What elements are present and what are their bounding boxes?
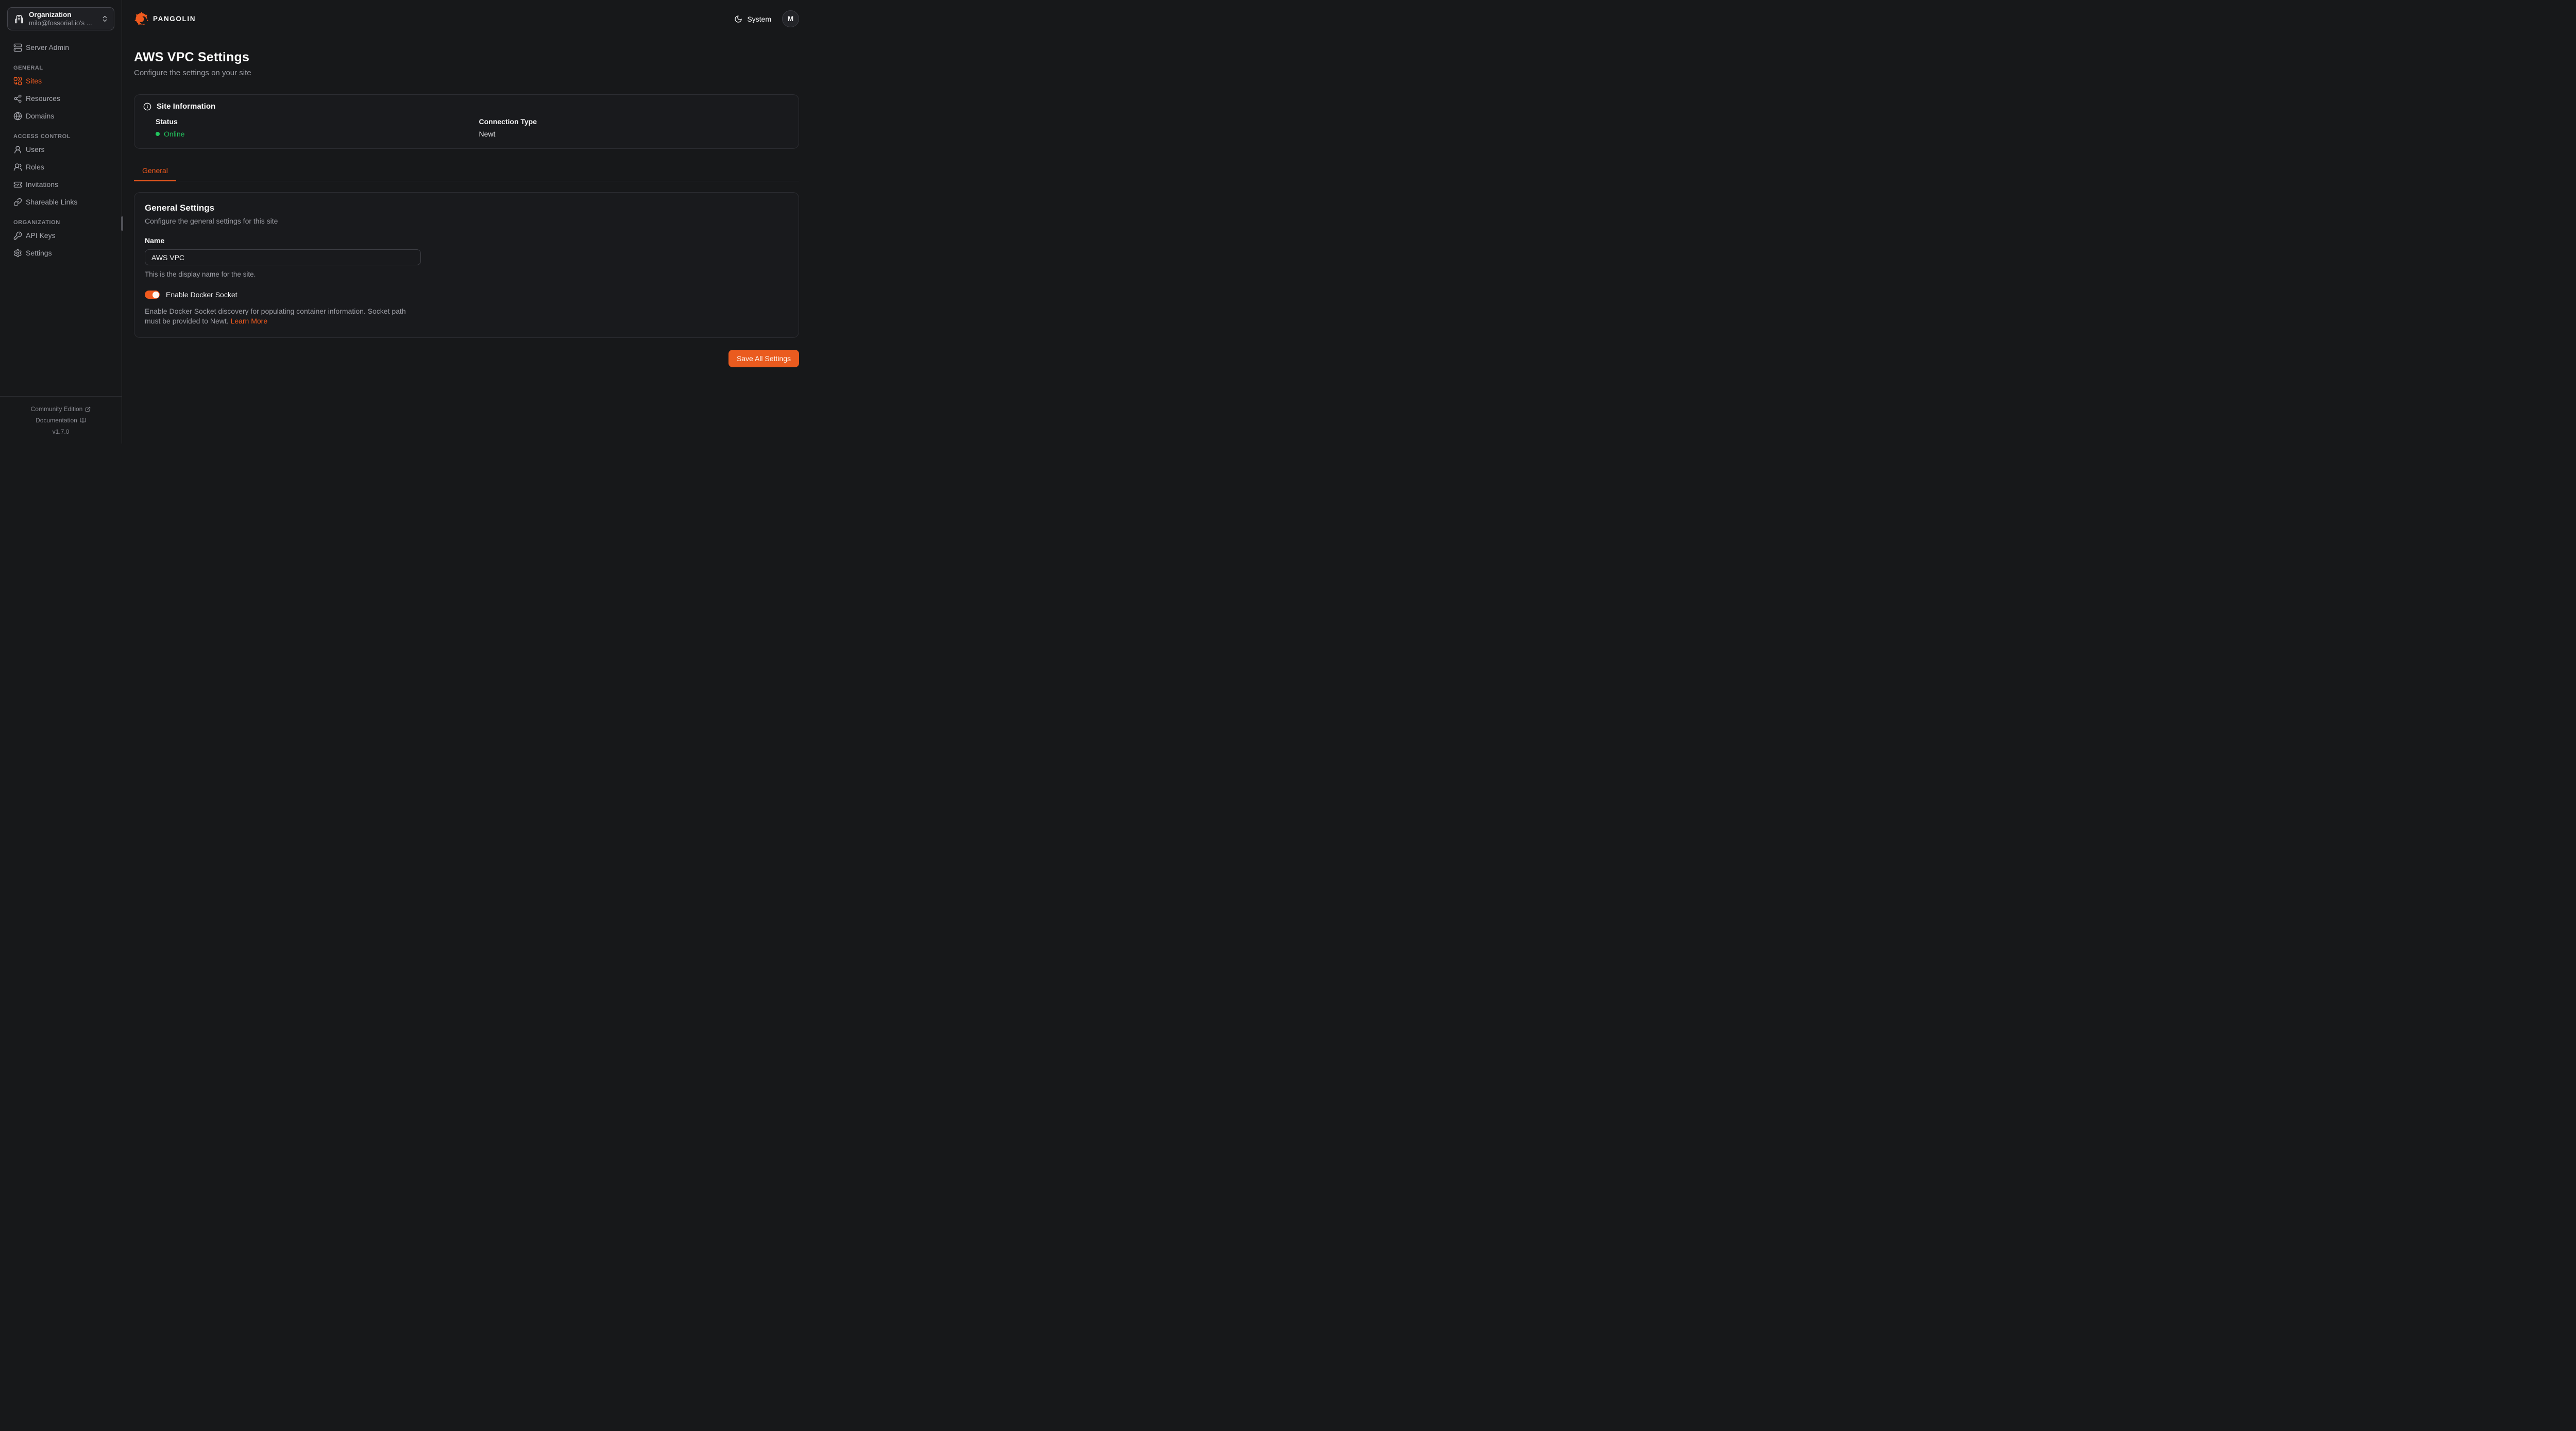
sidebar-item-api-keys[interactable]: API Keys — [7, 227, 114, 244]
docker-socket-help: Enable Docker Socket discovery for popul… — [145, 306, 417, 326]
sidebar-item-settings[interactable]: Settings — [7, 244, 114, 262]
user-avatar[interactable]: M — [782, 10, 799, 27]
sidebar-item-label: Server Admin — [26, 43, 69, 52]
site-information-title: Site Information — [157, 102, 215, 111]
sidebar-item-sites[interactable]: Sites — [7, 72, 114, 90]
save-all-settings-button[interactable]: Save All Settings — [728, 350, 799, 367]
avatar-initial: M — [788, 15, 793, 23]
site-information-grid: Status Online Connection Type Newt — [143, 117, 790, 138]
online-status-dot — [156, 132, 160, 136]
sidebar-section-organization: ORGANIZATION — [7, 219, 114, 226]
sidebar-item-label: API Keys — [26, 231, 56, 240]
key-icon — [13, 231, 22, 240]
connection-type-value: Newt — [479, 130, 790, 138]
sidebar-item-roles[interactable]: Roles — [7, 158, 114, 176]
sidebar-item-label: Roles — [26, 163, 44, 171]
status-column: Status Online — [143, 117, 467, 138]
toggle-knob — [152, 292, 159, 298]
app-version: v1.7.0 — [0, 426, 122, 437]
sidebar-item-shareable-links[interactable]: Shareable Links — [7, 193, 114, 211]
docker-socket-row: Enable Docker Socket — [145, 291, 788, 299]
community-edition-link[interactable]: Community Edition — [0, 403, 122, 415]
sidebar-item-label: Settings — [26, 249, 52, 257]
documentation-label: Documentation — [36, 415, 77, 426]
tab-general[interactable]: General — [134, 162, 176, 181]
connection-type-label: Connection Type — [479, 117, 790, 126]
sidebar-item-label: Users — [26, 145, 45, 154]
moon-icon — [734, 15, 742, 23]
general-settings-subtitle: Configure the general settings for this … — [145, 217, 788, 225]
sidebar-section-access-control: ACCESS CONTROL — [7, 133, 114, 140]
status-label: Status — [156, 117, 467, 126]
community-edition-label: Community Edition — [31, 403, 83, 415]
documentation-link[interactable]: Documentation — [0, 415, 122, 426]
link-icon — [13, 198, 22, 207]
docker-socket-label: Enable Docker Socket — [166, 291, 238, 299]
sidebar-item-server-admin[interactable]: Server Admin — [7, 39, 114, 56]
ticket-check-icon — [13, 180, 22, 189]
learn-more-link[interactable]: Learn More — [231, 317, 268, 325]
page-title: AWS VPC Settings — [134, 50, 799, 65]
actions-row: Save All Settings — [134, 350, 799, 367]
user-icon — [13, 145, 22, 154]
org-selector[interactable]: Organization milo@fossorial.io's ... — [7, 7, 114, 30]
main-content: PANGOLIN System M AWS VPC Settings Confi… — [122, 0, 808, 444]
name-field-help: This is the display name for the site. — [145, 270, 788, 278]
general-settings-title: General Settings — [145, 203, 788, 213]
pangolin-logo-icon — [134, 11, 149, 26]
status-value-text: Online — [164, 130, 184, 138]
sidebar-item-label: Sites — [26, 77, 42, 85]
users-icon — [13, 163, 22, 172]
theme-selector[interactable]: System — [734, 15, 771, 23]
sidebar-item-users[interactable]: Users — [7, 141, 114, 158]
sidebar-item-label: Shareable Links — [26, 198, 77, 206]
sidebar-section-general: GENERAL — [7, 65, 114, 71]
server-icon — [13, 43, 22, 52]
brand-name: PANGOLIN — [153, 15, 196, 23]
tab-bar: General — [134, 162, 799, 181]
globe-icon — [13, 112, 22, 121]
sidebar-item-label: Invitations — [26, 180, 58, 189]
gear-icon — [13, 249, 22, 258]
sites-icon — [13, 77, 22, 86]
theme-label: System — [747, 15, 771, 23]
org-selector-texts: Organization milo@fossorial.io's ... — [29, 11, 96, 27]
docker-socket-help-text: Enable Docker Socket discovery for popul… — [145, 307, 406, 325]
name-field-label: Name — [145, 236, 788, 245]
name-input[interactable] — [145, 249, 421, 265]
page-subtitle: Configure the settings on your site — [134, 69, 799, 77]
sidebar-item-label: Resources — [26, 94, 60, 103]
sidebar-item-invitations[interactable]: Invitations — [7, 176, 114, 193]
brand[interactable]: PANGOLIN — [134, 11, 196, 26]
org-selector-value: milo@fossorial.io's ... — [29, 19, 96, 27]
sidebar-footer: Community Edition Documentation v1.7.0 — [0, 396, 122, 444]
site-information-card: Site Information Status Online Connectio… — [134, 94, 799, 149]
connection-type-column: Connection Type Newt — [467, 117, 790, 138]
sidebar-item-domains[interactable]: Domains — [7, 107, 114, 125]
org-selector-title: Organization — [29, 11, 96, 19]
sidebar-nav: Server Admin GENERAL Sites — [7, 39, 114, 262]
top-right-cluster: System M — [734, 10, 799, 27]
site-information-header: Site Information — [143, 102, 790, 111]
share-nodes-icon — [13, 94, 22, 103]
docker-socket-toggle[interactable] — [145, 291, 160, 299]
external-link-icon — [85, 406, 91, 412]
top-bar: PANGOLIN System M — [134, 0, 799, 38]
sidebar-item-resources[interactable]: Resources — [7, 90, 114, 107]
general-settings-card: General Settings Configure the general s… — [134, 192, 799, 338]
status-value: Online — [156, 130, 467, 138]
book-open-icon — [80, 417, 86, 423]
sidebar: Organization milo@fossorial.io's ... Ser… — [0, 0, 122, 444]
info-icon — [143, 103, 151, 111]
building-icon — [14, 14, 24, 24]
chevrons-up-down-icon — [101, 15, 109, 23]
sidebar-item-label: Domains — [26, 112, 54, 120]
